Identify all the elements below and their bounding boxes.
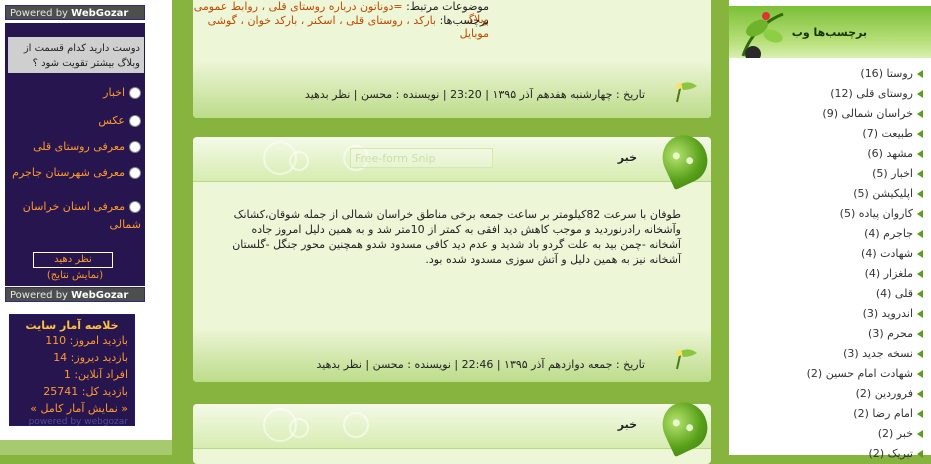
post-info-flag-icon [676,349,697,370]
vote-button[interactable]: نظر دهید [33,252,113,268]
radio-button[interactable] [129,115,141,127]
arrow-icon [917,330,923,338]
post-header: خبر [193,394,716,458]
tag-item[interactable]: شهادت (4) [743,244,923,264]
radio-button[interactable] [129,201,141,213]
tag-item[interactable]: خبر (2) [743,424,923,444]
arrow-icon [917,130,923,138]
tag-item[interactable]: ملغزار (4) [743,264,923,284]
left-bottom-strip [0,440,172,455]
tag-item[interactable]: تبریک (2) [743,444,923,464]
tag-list: روستا (16) روستای قلی (12) خراسان شمالی … [743,64,923,464]
post-footer: تاریخ : جمعه دوازدهم آذر ۱۳۹۵ | 22:46 | … [316,358,646,371]
stats-today: بازدید امروز: 110 [45,334,128,347]
top-post: موضوعات مرتبط: =دوناتون درباره روستای قل… [193,0,711,118]
post-title[interactable]: خبر [618,151,637,164]
arrow-icon [917,110,923,118]
arrow-icon [917,450,923,458]
tag-item[interactable]: نسخه جدید (3) [743,344,923,364]
stats-more-link[interactable]: « نمایش آمار کامل » [10,400,134,417]
powered-brand: WebGozar [71,290,129,301]
arrow-icon [917,190,923,198]
arrow-icon [917,310,923,318]
right-sidebar: برچسب‌ها وب روستا (16) روستای قلی (12) خ… [729,0,931,460]
post-info-flag-icon [676,82,697,103]
arrow-icon [917,230,923,238]
powered-text: Powered by [10,290,68,301]
poll-option-village[interactable]: معرفی روستای قلی [11,138,141,156]
free-form-snip-overlay[interactable]: Free-form Snip [350,148,493,168]
poll-option-photo[interactable]: عکس [11,112,141,130]
powered-text: Powered by [10,8,68,19]
arrow-icon [917,150,923,158]
tag-item[interactable]: مشهد (6) [743,144,923,164]
show-results-link[interactable]: (نمایش نتایج) [5,270,145,281]
site-stats-box: خلاصه آمار سایت بازدید امروز: 110 بازدید… [9,314,135,427]
tag-item[interactable]: روستای قلی (12) [743,84,923,104]
tag-item[interactable]: کاروان پیاده (5) [743,204,923,224]
tag-item[interactable]: محرم (3) [743,324,923,344]
post-title[interactable]: خبر [618,418,637,431]
poll-option-news[interactable]: اخبار [11,84,141,102]
arrow-icon [917,430,923,438]
arrow-icon [917,350,923,358]
arrow-icon [917,410,923,418]
tag-item[interactable]: اخبار (5) [743,164,923,184]
poll-box: دوست دارید کدام قسمت از وبلاگ بیشتر تقوی… [5,23,145,286]
tag-item[interactable]: اندروید (3) [743,304,923,324]
poll-question: دوست دارید کدام قسمت از وبلاگ بیشتر تقوی… [8,37,144,73]
leaf-icon [654,127,716,191]
arrow-icon [917,210,923,218]
poll-option-county[interactable]: معرفی شهرستان جاجرم [11,164,141,182]
tag-item[interactable]: شهادت امام حسین (2) [743,364,923,384]
radio-button[interactable] [129,87,141,99]
stats-total: بازدید کل: 25741 [43,385,128,398]
poll-option-province[interactable]: معرفی استان خراسان شمالی [11,198,141,234]
arrow-icon [917,390,923,398]
tag-item[interactable]: طبیعت (7) [743,124,923,144]
tag-item[interactable]: قلی (4) [743,284,923,304]
powered-by-banner-top[interactable]: Powered by WebGozar [5,5,145,20]
arrow-icon [917,70,923,78]
radio-button[interactable] [129,141,141,153]
leaf-icon [654,394,716,458]
powered-by-banner-bottom[interactable]: Powered by WebGozar [5,287,145,302]
tag-item[interactable]: جاجرم (4) [743,224,923,244]
tags-title: برچسب‌ها وب [791,26,867,39]
post-news-2: خبر [193,394,716,464]
post-footer: تاریخ : چهارشنبه هفدهم آذر ۱۳۹۵ | 23:20 … [304,88,645,101]
tag-item[interactable]: اپلیکیشن (5) [743,184,923,204]
arrow-icon [917,90,923,98]
arrow-icon [917,370,923,378]
powered-brand: WebGozar [71,8,129,19]
arrow-icon [917,250,923,258]
arrow-icon [917,270,923,278]
radio-button[interactable] [129,167,141,179]
post-news: خبر طوفان با سرعت 82کیلومتر بر ساعت جمعه… [193,127,716,382]
left-sidebar: Powered by WebGozar دوست دارید کدام قسمت… [0,0,172,455]
tag-item[interactable]: خراسان شمالی (9) [743,104,923,124]
stats-title: خلاصه آمار سایت [25,319,119,332]
arrow-icon [917,290,923,298]
tags-header: برچسب‌ها وب [729,6,931,58]
tag-item[interactable]: روستا (16) [743,64,923,84]
plant-icon [741,12,784,58]
post-body: طوفان با سرعت 82کیلومتر بر ساعت جمعه برخ… [232,208,681,266]
stats-powered[interactable]: powered by webgozar [10,417,134,427]
tag-item[interactable]: امام رضا (2) [743,404,923,424]
arrow-icon [917,170,923,178]
tag-item[interactable]: فروردین (2) [743,384,923,404]
stats-online: افراد آنلاین: 1 [63,368,128,381]
post-tags: برچسب‌ها: بارکد ، روستای قلی ، اسکنر ، ب… [207,14,489,40]
stats-yesterday: بازدید دیروز: 14 [53,351,128,364]
